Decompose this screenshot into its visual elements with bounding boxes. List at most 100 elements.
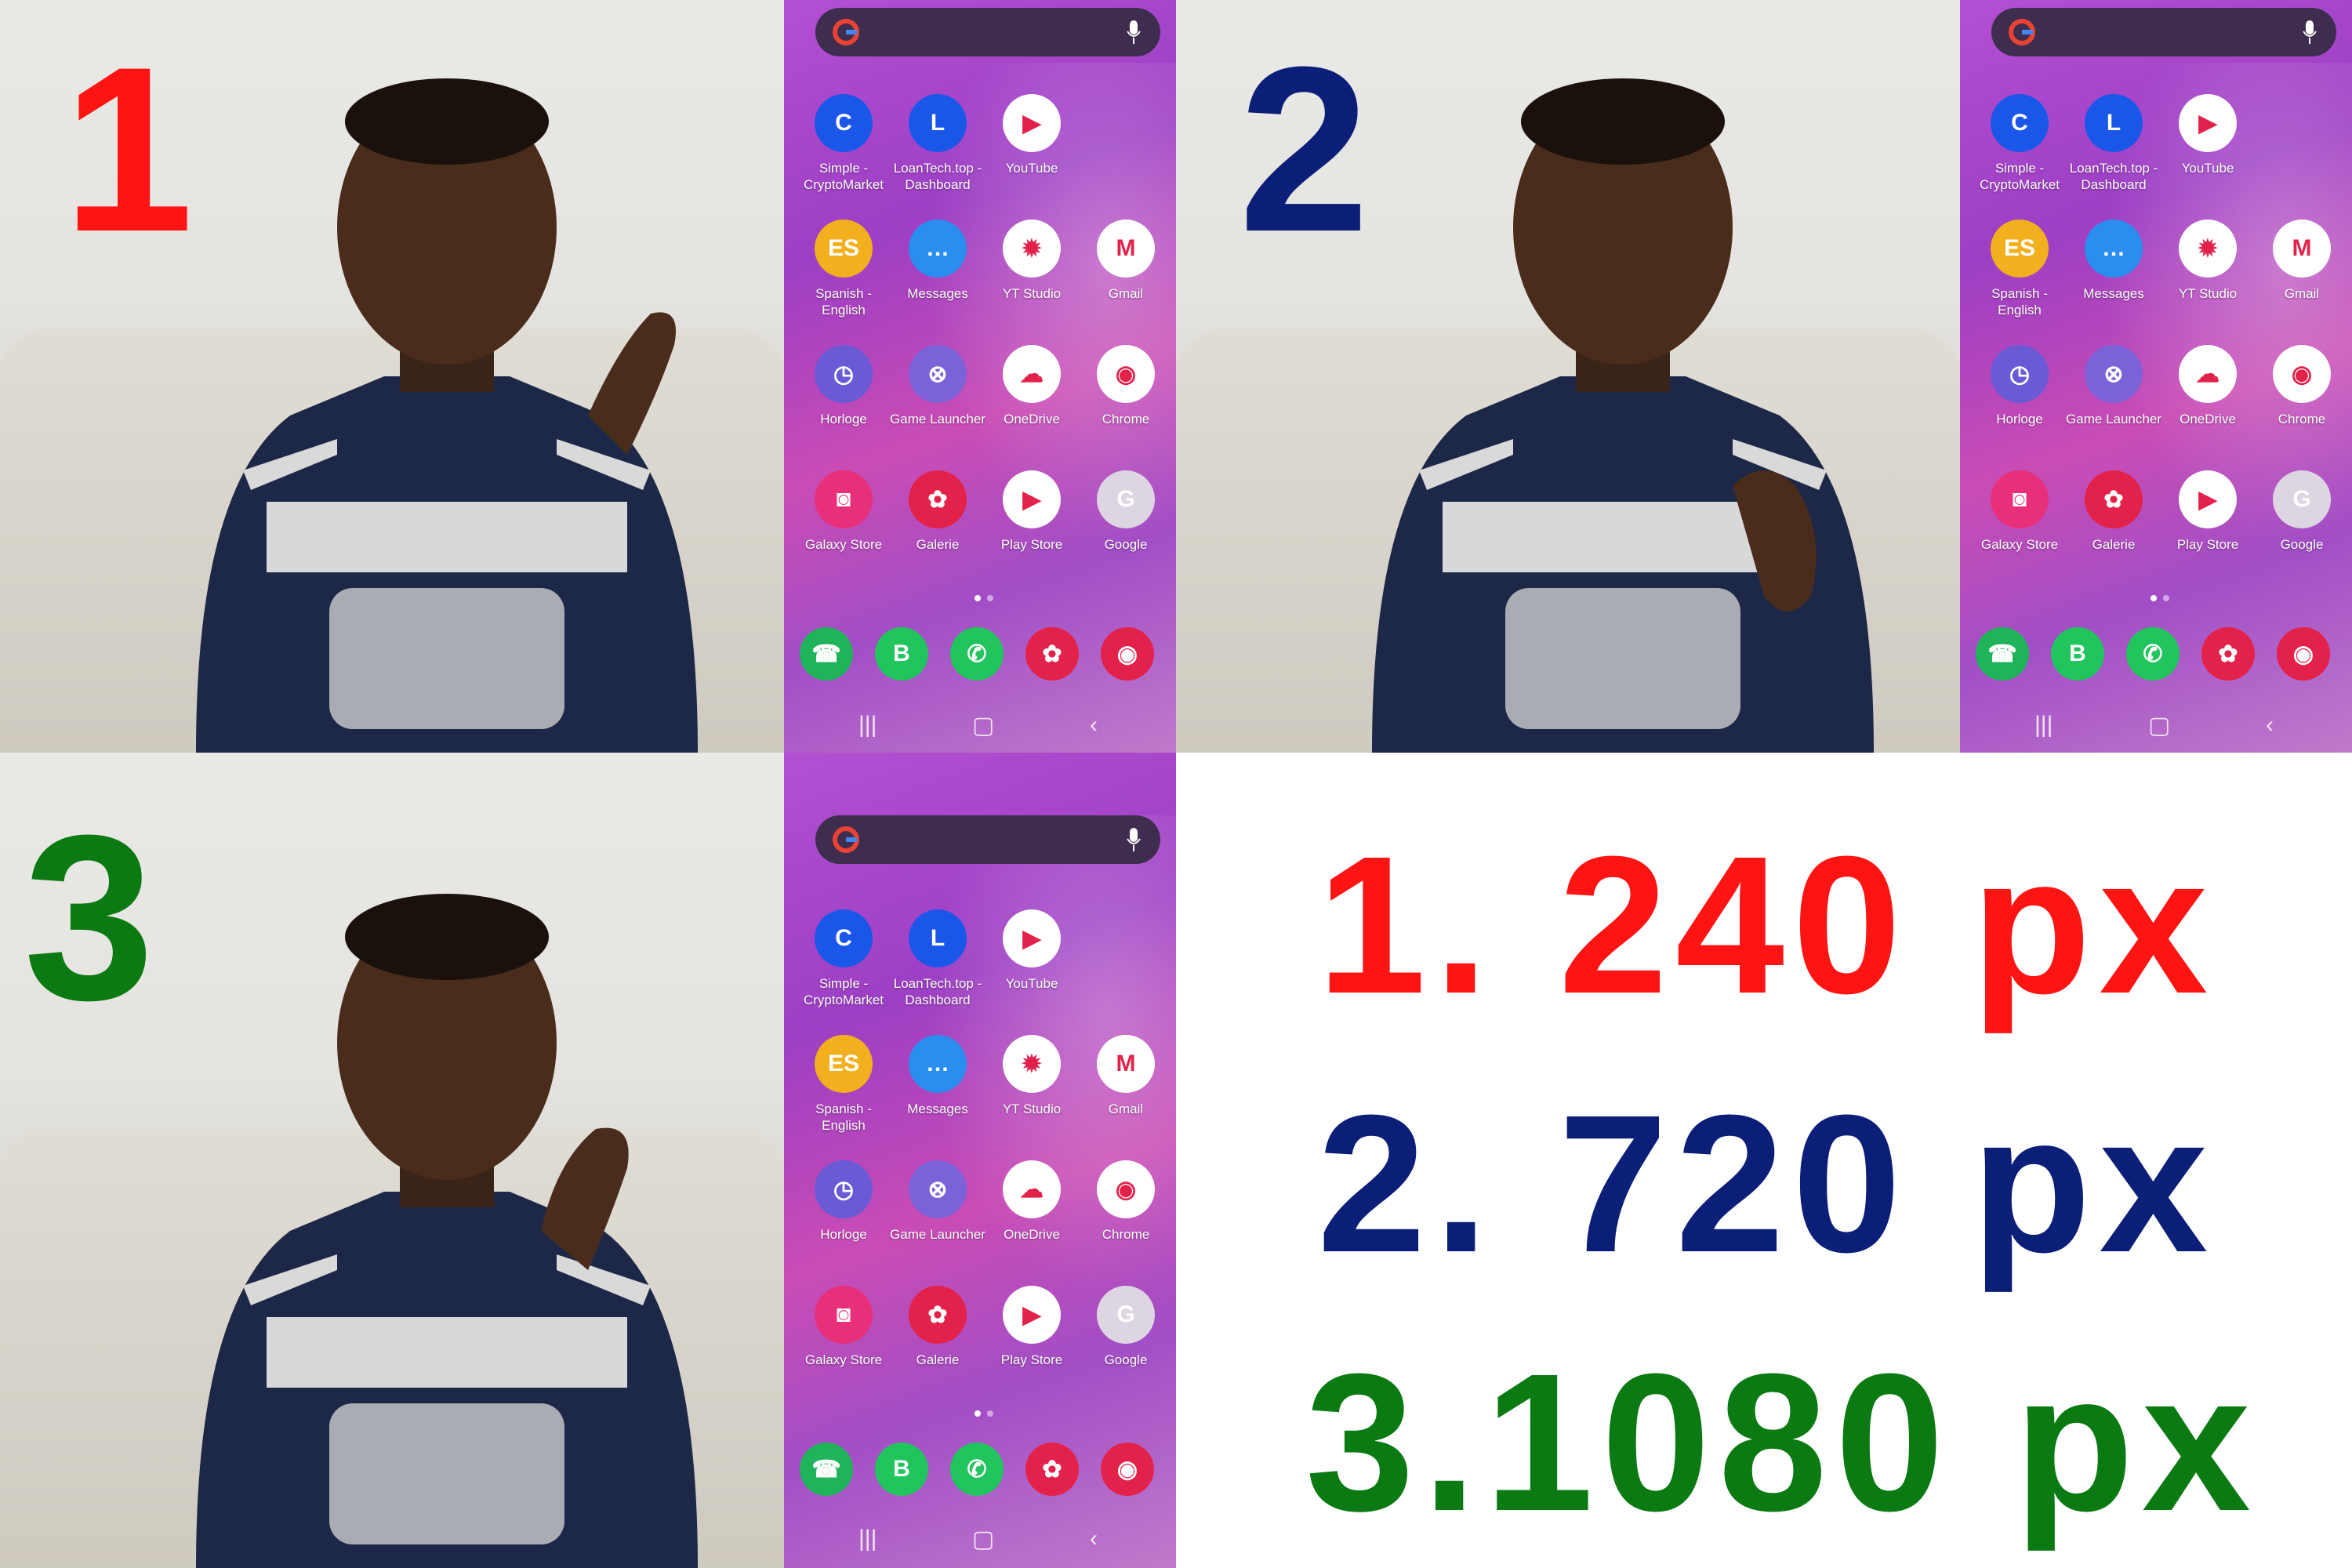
app-play-store[interactable]: ▶ Play Store — [985, 1286, 1079, 1403]
galaxy-flower-icon[interactable]: ✿ — [1025, 1443, 1079, 1496]
whatsapp-business-icon[interactable]: B — [875, 627, 928, 681]
app-youtube[interactable]: ▶ YouTube — [2161, 94, 2255, 212]
whatsapp-icon[interactable]: ✆ — [950, 627, 1004, 681]
app-clock[interactable]: ◷ Horloge — [797, 345, 891, 463]
navigation-bar: ||| ▢ ‹ — [1960, 706, 2352, 745]
app-label: Game Launcher — [890, 412, 985, 426]
whatsapp-business-icon[interactable]: B — [2051, 627, 2104, 681]
galaxy-flower-icon[interactable]: ✿ — [1025, 627, 1079, 681]
app-loantech[interactable]: L LoanTech.top - Dashboard — [891, 94, 985, 212]
cryptomarket-icon: C — [815, 909, 873, 967]
galaxy-flower-icon[interactable]: ✿ — [2201, 627, 2255, 681]
app-cryptomarket[interactable]: C Simple - CryptoMarket — [1973, 94, 2067, 212]
app-clock[interactable]: ◷ Horloge — [1973, 345, 2067, 463]
phone-icon[interactable]: ☎ — [1976, 627, 2029, 681]
home-icon[interactable]: ▢ — [972, 1526, 994, 1553]
app-onedrive[interactable]: ☁ OneDrive — [2161, 345, 2255, 463]
app-cryptomarket[interactable]: C Simple - CryptoMarket — [797, 909, 891, 1027]
app-label: Simple - CryptoMarket — [803, 161, 884, 192]
home-icon[interactable]: ▢ — [972, 712, 994, 739]
youtube-icon: ▶ — [1003, 94, 1061, 152]
app-clock[interactable]: ◷ Horloge — [797, 1160, 891, 1278]
app-label: YT Studio — [2178, 286, 2238, 301]
app-google-folder[interactable]: G Google — [2255, 470, 2349, 588]
back-icon[interactable]: ‹ — [1090, 1526, 1098, 1552]
app-youtube[interactable]: ▶ YouTube — [985, 909, 1079, 1027]
app-game-launcher[interactable]: ⊗ Game Launcher — [890, 345, 985, 463]
page-indicator — [975, 595, 993, 601]
app-messages[interactable]: … Messages — [891, 1035, 985, 1152]
mic-icon[interactable] — [1126, 20, 1142, 44]
gmail-icon: M — [1097, 1035, 1155, 1093]
app-messages[interactable]: … Messages — [2067, 220, 2161, 337]
back-icon[interactable]: ‹ — [1090, 712, 1098, 739]
back-icon[interactable]: ‹ — [2266, 712, 2274, 739]
panel-number: 3 — [24, 786, 154, 1049]
app-label: Galaxy Store — [804, 537, 883, 552]
app-gmail[interactable]: M Gmail — [1079, 1035, 1173, 1152]
app-google-folder[interactable]: G Google — [1079, 470, 1173, 588]
app-yt-studio[interactable]: ✹ YT Studio — [2161, 220, 2255, 337]
game-launcher-icon: ⊗ — [909, 1160, 967, 1218]
recent-apps-icon[interactable]: ||| — [858, 1526, 877, 1552]
mic-icon[interactable] — [2302, 20, 2318, 44]
app-spanish-english[interactable]: ES Spanish - English — [797, 220, 891, 337]
app-onedrive[interactable]: ☁ OneDrive — [985, 1160, 1079, 1278]
search-bar[interactable] — [815, 815, 1160, 864]
app-label: YouTube — [1005, 976, 1058, 991]
camera-icon[interactable]: ◉ — [1101, 1443, 1154, 1496]
app-label: Simple - CryptoMarket — [803, 976, 884, 1007]
app-messages[interactable]: … Messages — [891, 220, 985, 337]
search-bar[interactable] — [1991, 8, 2336, 56]
app-chrome[interactable]: ◉ Chrome — [1079, 345, 1173, 463]
app-galaxy-store[interactable]: ◙ Galaxy Store — [797, 1286, 891, 1403]
app-gmail[interactable]: M Gmail — [2255, 220, 2349, 337]
app-label: Spanish - English — [1991, 286, 2048, 318]
play-store-icon: ▶ — [2179, 470, 2237, 528]
app-play-store[interactable]: ▶ Play Store — [985, 470, 1079, 588]
app-game-launcher[interactable]: ⊗ Game Launcher — [890, 1160, 985, 1278]
app-youtube[interactable]: ▶ YouTube — [985, 94, 1079, 212]
app-spanish-english[interactable]: ES Spanish - English — [1973, 220, 2067, 337]
app-chrome[interactable]: ◉ Chrome — [1079, 1160, 1173, 1278]
app-gallery[interactable]: ✿ Galerie — [891, 1286, 985, 1403]
phone-screen: C Simple - CryptoMarket L LoanTech.top - Da… — [784, 0, 1176, 753]
app-google-folder[interactable]: G Google — [1079, 1286, 1173, 1403]
app-galaxy-store[interactable]: ◙ Galaxy Store — [797, 470, 891, 588]
app-yt-studio[interactable]: ✹ YT Studio — [985, 220, 1079, 337]
app-game-launcher[interactable]: ⊗ Game Launcher — [2066, 345, 2161, 463]
search-bar[interactable] — [815, 8, 1160, 56]
app-label: Horloge — [820, 412, 867, 426]
phone-icon[interactable]: ☎ — [800, 627, 853, 681]
result-label-1: 1. 240 px — [1317, 815, 2216, 1034]
app-loantech[interactable]: L LoanTech.top - Dashboard — [891, 909, 985, 1027]
galaxy-store-icon: ◙ — [815, 470, 873, 528]
camera-icon[interactable]: ◉ — [1101, 627, 1154, 681]
app-gallery[interactable]: ✿ Galerie — [2067, 470, 2161, 588]
whatsapp-icon[interactable]: ✆ — [950, 1443, 1004, 1496]
gallery-icon: ✿ — [909, 470, 967, 528]
camera-icon[interactable]: ◉ — [2277, 627, 2330, 681]
mic-icon[interactable] — [1126, 828, 1142, 851]
recent-apps-icon[interactable]: ||| — [2034, 712, 2053, 739]
app-play-store[interactable]: ▶ Play Store — [2161, 470, 2255, 588]
app-galaxy-store[interactable]: ◙ Galaxy Store — [1973, 470, 2067, 588]
app-cryptomarket[interactable]: C Simple - CryptoMarket — [797, 94, 891, 212]
cryptomarket-icon: C — [1991, 94, 2049, 152]
app-label: Game Launcher — [890, 1227, 985, 1242]
whatsapp-icon[interactable]: ✆ — [2126, 627, 2180, 681]
play-store-icon: ▶ — [1003, 1286, 1061, 1344]
app-gmail[interactable]: M Gmail — [1079, 220, 1173, 337]
app-label: YouTube — [2181, 161, 2234, 176]
app-chrome[interactable]: ◉ Chrome — [2255, 345, 2349, 463]
app-loantech[interactable]: L LoanTech.top - Dashboard — [2067, 94, 2161, 212]
home-icon[interactable]: ▢ — [2148, 712, 2170, 739]
page-indicator — [2151, 595, 2169, 601]
app-yt-studio[interactable]: ✹ YT Studio — [985, 1035, 1079, 1152]
app-gallery[interactable]: ✿ Galerie — [891, 470, 985, 588]
phone-icon[interactable]: ☎ — [800, 1443, 853, 1496]
app-spanish-english[interactable]: ES Spanish - English — [797, 1035, 891, 1152]
whatsapp-business-icon[interactable]: B — [875, 1443, 928, 1496]
app-onedrive[interactable]: ☁ OneDrive — [985, 345, 1079, 463]
recent-apps-icon[interactable]: ||| — [858, 712, 877, 739]
